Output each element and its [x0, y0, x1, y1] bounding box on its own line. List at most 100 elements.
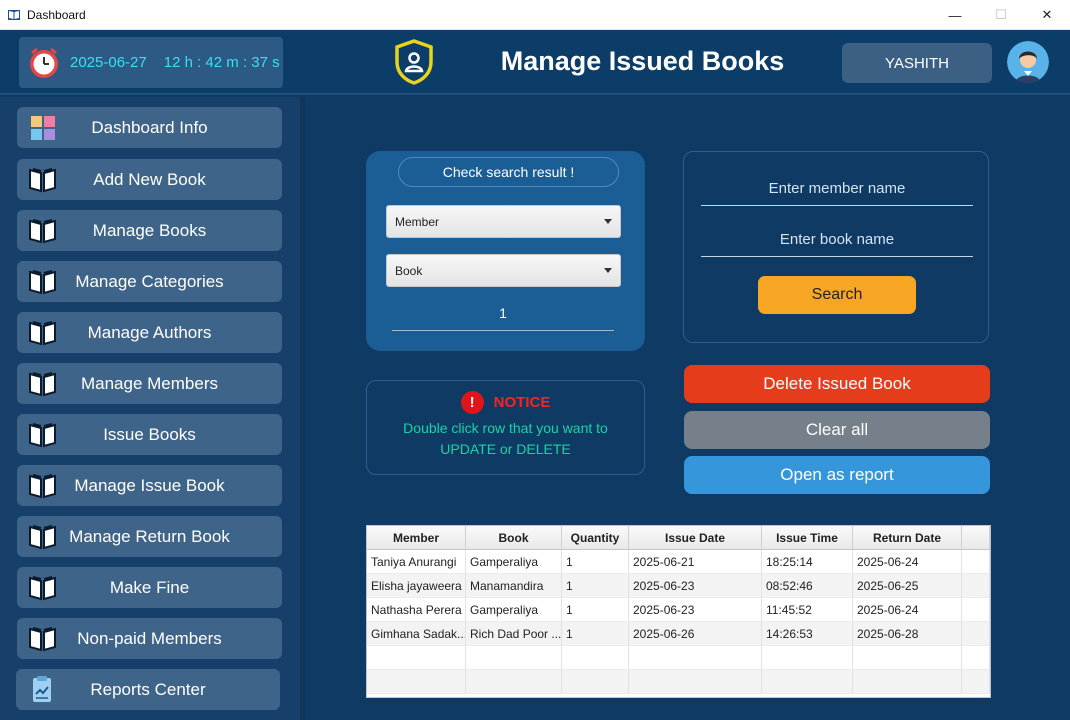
cell-quantity: 1 — [562, 550, 629, 573]
issued-books-table[interactable]: Member Book Quantity Issue Date Issue Ti… — [366, 525, 991, 698]
cell-return-date: 2025-06-25 — [853, 574, 962, 597]
cell-return-date: 2025-06-24 — [853, 598, 962, 621]
nav-issue-books[interactable]: Issue Books — [17, 414, 282, 455]
dashboard-tiles-icon — [31, 116, 55, 140]
cell-member: Taniya Anurangi — [367, 550, 466, 573]
maximize-button[interactable]: ☐ — [978, 0, 1024, 30]
chevron-down-icon — [604, 268, 612, 273]
book-icon — [29, 372, 56, 397]
clock-icon — [30, 47, 58, 78]
cell-filler — [962, 574, 990, 597]
book-select[interactable]: Book — [386, 254, 621, 287]
nav-add-new-book[interactable]: Add New Book — [17, 159, 282, 200]
filter-panel: Enter member name Enter book name Search — [683, 151, 989, 343]
cell-member: Gimhana Sadak... — [367, 622, 466, 645]
nav-manage-issue-book[interactable]: Manage Issue Book — [17, 465, 282, 506]
table-header: Member Book Quantity Issue Date Issue Ti… — [367, 526, 990, 550]
cell-quantity: 1 — [562, 574, 629, 597]
user-avatar-icon[interactable] — [1007, 41, 1049, 83]
cell-issue-date: 2025-06-23 — [629, 598, 762, 621]
book-icon — [29, 321, 56, 346]
search-result-panel: Check search result ! Member Book 1 — [366, 151, 645, 351]
cell-quantity: 1 — [562, 622, 629, 645]
cell-issue-time: 18:25:14 — [762, 550, 853, 573]
book-icon — [29, 576, 56, 601]
column-header-filler — [962, 526, 990, 549]
cell-book: Manamandira — [466, 574, 562, 597]
cell-issue-time: 11:45:52 — [762, 598, 853, 621]
app-book-icon — [8, 9, 20, 20]
notice-line-1: Double click row that you want to — [403, 420, 608, 436]
book-icon — [29, 270, 56, 295]
shield-user-icon — [395, 39, 433, 85]
cell-issue-date: 2025-06-23 — [629, 574, 762, 597]
delete-issued-book-button[interactable]: Delete Issued Book — [684, 365, 990, 403]
clear-all-button[interactable]: Clear all — [684, 411, 990, 449]
notice-box: ! NOTICE Double click row that you want … — [366, 380, 645, 475]
nav-make-fine[interactable]: Make Fine — [17, 567, 282, 608]
user-button[interactable]: YASHITH — [842, 43, 992, 83]
empty-row — [367, 670, 990, 694]
cell-issue-date: 2025-06-21 — [629, 550, 762, 573]
column-header-issue-date[interactable]: Issue Date — [629, 526, 762, 549]
nav-manage-return-book[interactable]: Manage Return Book — [17, 516, 282, 557]
cell-issue-time: 14:26:53 — [762, 622, 853, 645]
table-row[interactable]: Elisha jayaweera Manamandira 1 2025-06-2… — [367, 574, 990, 598]
window-titlebar: Dashboard — ☐ ✕ — [0, 0, 1070, 30]
nav-dashboard-info[interactable]: Dashboard Info — [17, 107, 282, 148]
cell-quantity: 1 — [562, 598, 629, 621]
minimize-button[interactable]: — — [932, 0, 978, 30]
page-title: Manage Issued Books — [500, 46, 785, 76]
cell-return-date: 2025-06-24 — [853, 550, 962, 573]
book-icon — [29, 627, 56, 652]
column-header-return-date[interactable]: Return Date — [853, 526, 962, 549]
search-result-header: Check search result ! — [398, 157, 619, 187]
nav-manage-members[interactable]: Manage Members — [17, 363, 282, 404]
cell-member: Nathasha Perera — [367, 598, 466, 621]
cell-book: Gamperaliya — [466, 550, 562, 573]
book-name-input[interactable]: Enter book name — [701, 223, 973, 257]
open-report-button[interactable]: Open as report — [684, 456, 990, 494]
cell-filler — [962, 598, 990, 621]
window-title: Dashboard — [27, 7, 86, 22]
close-button[interactable]: ✕ — [1024, 0, 1070, 30]
book-select-value: Book — [395, 263, 423, 278]
cell-filler — [962, 550, 990, 573]
column-header-book[interactable]: Book — [466, 526, 562, 549]
report-clipboard-icon — [33, 676, 51, 702]
alert-icon: ! — [460, 391, 484, 414]
nav-manage-categories[interactable]: Manage Categories — [17, 261, 282, 302]
book-icon — [29, 168, 56, 193]
book-icon — [29, 423, 56, 448]
nav-manage-authors[interactable]: Manage Authors — [17, 312, 282, 353]
cell-filler — [962, 622, 990, 645]
member-name-input[interactable]: Enter member name — [701, 172, 973, 206]
column-header-quantity[interactable]: Quantity — [562, 526, 629, 549]
cell-book: Rich Dad Poor ... — [466, 622, 562, 645]
notice-line-2: UPDATE or DELETE — [440, 441, 571, 457]
current-date: 2025-06-27 — [70, 54, 147, 71]
datetime-box: 2025-06-27 12 h : 42 m : 37 s — [19, 37, 283, 88]
nav-non-paid-members[interactable]: Non-paid Members — [17, 618, 282, 659]
quantity-field[interactable]: 1 — [392, 301, 614, 331]
table-row[interactable]: Nathasha Perera Gamperaliya 1 2025-06-23… — [367, 598, 990, 622]
search-button[interactable]: Search — [758, 276, 916, 314]
member-select[interactable]: Member — [386, 205, 621, 238]
chevron-down-icon — [604, 219, 612, 224]
sidebar-divider — [300, 97, 305, 720]
column-header-member[interactable]: Member — [367, 526, 466, 549]
notice-title: NOTICE — [493, 394, 551, 411]
table-row[interactable]: Taniya Anurangi Gamperaliya 1 2025-06-21… — [367, 550, 990, 574]
empty-row — [367, 646, 990, 670]
cell-member: Elisha jayaweera — [367, 574, 466, 597]
cell-issue-date: 2025-06-26 — [629, 622, 762, 645]
nav-manage-books[interactable]: Manage Books — [17, 210, 282, 251]
nav-reports-center[interactable]: Reports Center — [16, 669, 280, 710]
cell-issue-time: 08:52:46 — [762, 574, 853, 597]
cell-return-date: 2025-06-28 — [853, 622, 962, 645]
current-time: 12 h : 42 m : 37 s — [163, 54, 280, 71]
app-header: 2025-06-27 12 h : 42 m : 37 s Manage Iss… — [0, 30, 1070, 95]
table-row[interactable]: Gimhana Sadak... Rich Dad Poor ... 1 202… — [367, 622, 990, 646]
column-header-issue-time[interactable]: Issue Time — [762, 526, 853, 549]
member-select-value: Member — [395, 214, 440, 229]
